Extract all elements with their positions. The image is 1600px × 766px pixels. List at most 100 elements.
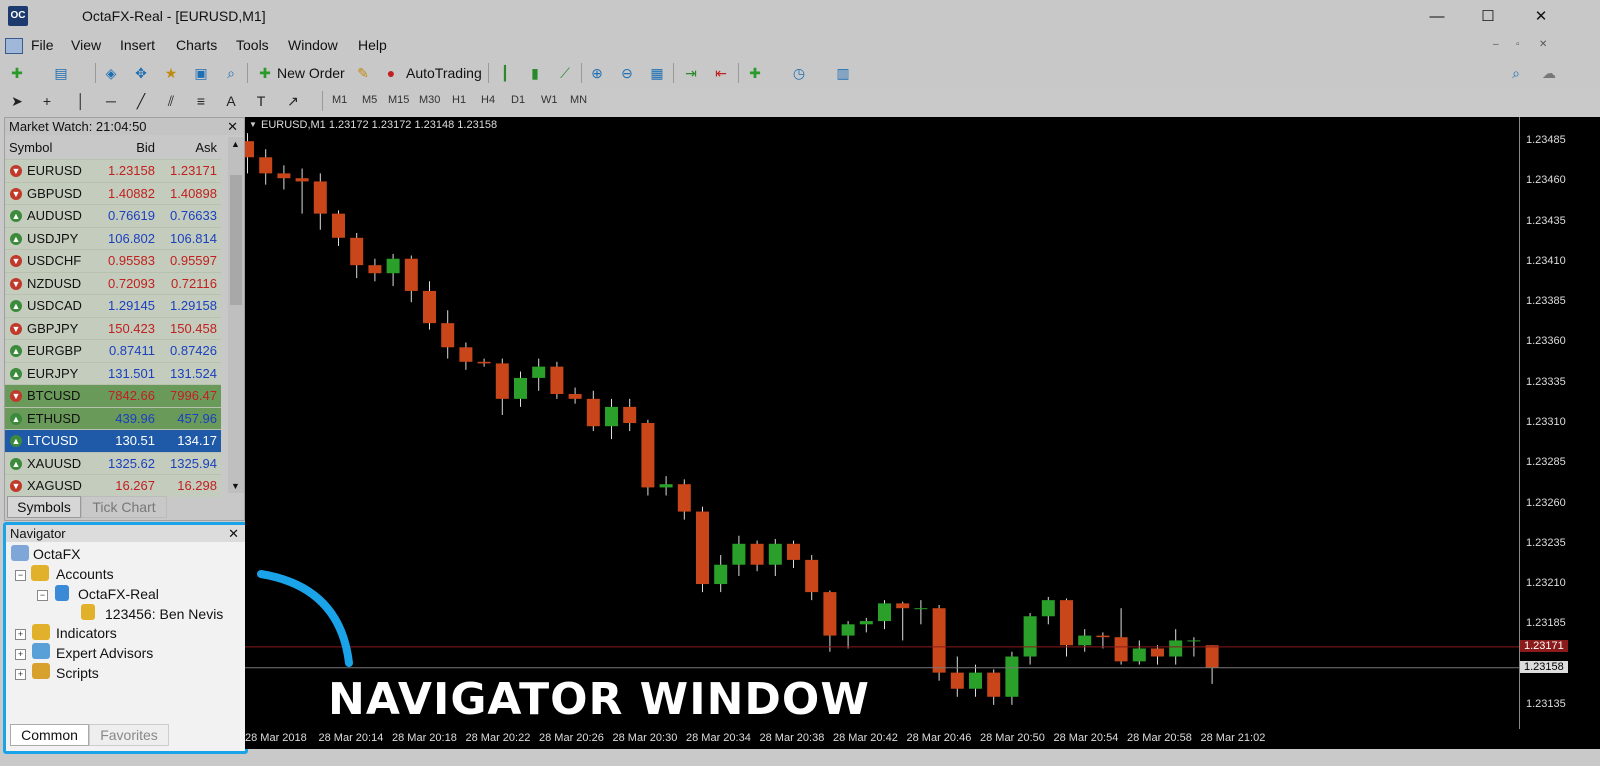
ask-column-header[interactable]: Ask: [195, 140, 217, 155]
expand-icon[interactable]: +: [15, 669, 26, 680]
timeframe-m5[interactable]: M5: [362, 94, 377, 106]
bar-chart-icon[interactable]: ┃: [494, 62, 516, 84]
menu-view[interactable]: View: [71, 37, 101, 53]
market-watch-row[interactable]: ▲ AUDUSD 0.76619 0.76633: [5, 204, 221, 227]
market-watch-row[interactable]: ▲ ETHUSD 439.96 457.96: [5, 406, 221, 430]
equidistant-channel-icon[interactable]: ⫽: [160, 90, 182, 112]
autoscroll-icon[interactable]: ⇥: [680, 62, 702, 84]
symbol-column-header[interactable]: Symbol: [9, 140, 52, 155]
market-watch-scrollbar[interactable]: ▲ ▼: [228, 137, 244, 493]
menu-insert[interactable]: Insert: [120, 37, 155, 53]
market-watch-row[interactable]: ▼ NZDUSD 0.72093 0.72116: [5, 271, 221, 295]
market-watch-row[interactable]: ▲ USDJPY 106.802 106.814: [5, 226, 221, 250]
price-axis[interactable]: 1.23485 1.23460 1.23435 1.23410 1.23385 1.233…: [1519, 117, 1600, 729]
market-watch-row[interactable]: ▼ USDCHF 0.95583 0.95597: [5, 249, 221, 272]
timeframe-m30[interactable]: M30: [419, 94, 440, 106]
zoom-out-icon[interactable]: ⊖: [616, 62, 638, 84]
menu-help[interactable]: Help: [358, 37, 387, 53]
timeframe-m1[interactable]: M1: [332, 94, 347, 106]
horizontal-line-icon[interactable]: ─: [100, 90, 122, 112]
minimize-button[interactable]: —: [1414, 4, 1460, 30]
navigator-icon[interactable]: ★: [160, 62, 182, 84]
tree-indicators[interactable]: Indicators: [56, 625, 117, 641]
collapse-icon[interactable]: −: [37, 590, 48, 601]
market-watch-row[interactable]: ▲ EURGBP 0.87411 0.87426: [5, 339, 221, 362]
tree-account-server[interactable]: OctaFX-Real: [78, 586, 159, 602]
expand-icon[interactable]: +: [15, 629, 26, 640]
mdi-restore-icon[interactable]: ▫: [1516, 39, 1520, 50]
zoom-in-icon[interactable]: ⊕: [586, 62, 608, 84]
cursor-icon[interactable]: ➤: [6, 90, 28, 112]
profiles-icon[interactable]: ▤: [50, 62, 72, 84]
search-icon[interactable]: ⌕: [1505, 62, 1527, 84]
vertical-line-icon[interactable]: │: [70, 90, 92, 112]
maximize-button[interactable]: ☐: [1465, 4, 1511, 30]
market-watch-row[interactable]: ▼ BTCUSD 7842.66 7996.47: [5, 384, 221, 407]
market-watch-icon[interactable]: ◈: [100, 62, 122, 84]
market-watch-row[interactable]: ▲ LTCUSD 130.51 134.17: [5, 429, 221, 452]
mdi-close-icon[interactable]: ✕: [1539, 39, 1547, 50]
market-watch-row[interactable]: ▼ XAGUSD 16.267 16.298: [5, 474, 221, 497]
arrows-icon[interactable]: ↗: [282, 90, 304, 112]
timeframe-d1[interactable]: D1: [511, 94, 525, 106]
periods-icon[interactable]: ◷: [788, 62, 810, 84]
tile-windows-icon[interactable]: ▦: [646, 62, 668, 84]
scrollbar-thumb[interactable]: [230, 175, 242, 305]
chart-shift-icon[interactable]: ⇤: [710, 62, 732, 84]
new-chart-icon[interactable]: ✚: [6, 62, 28, 84]
data-window-icon[interactable]: ✥: [130, 62, 152, 84]
templates-icon[interactable]: ▥: [832, 62, 854, 84]
text-label-icon[interactable]: T: [250, 90, 272, 112]
timeframe-m15[interactable]: M15: [388, 94, 409, 106]
indicators-icon[interactable]: ✚: [744, 62, 766, 84]
tree-root-octafx[interactable]: OctaFX: [33, 546, 80, 562]
menu-charts[interactable]: Charts: [176, 37, 217, 53]
tab-common[interactable]: Common: [10, 724, 89, 746]
crosshair-icon[interactable]: +: [36, 90, 58, 112]
tab-tick-chart[interactable]: Tick Chart: [81, 496, 167, 518]
menu-window[interactable]: Window: [288, 37, 338, 53]
market-watch-row[interactable]: ▼ EURUSD 1.23158 1.23171: [5, 159, 221, 182]
timeframe-h1[interactable]: H1: [452, 94, 466, 106]
fibonacci-icon[interactable]: ≡: [190, 90, 212, 112]
line-chart-icon[interactable]: ⟋: [554, 62, 576, 84]
tree-accounts[interactable]: Accounts: [56, 566, 114, 582]
menu-tools[interactable]: Tools: [236, 37, 269, 53]
close-button[interactable]: ✕: [1518, 4, 1564, 30]
tab-favorites[interactable]: Favorites: [89, 724, 169, 746]
timeframe-mn[interactable]: MN: [570, 94, 587, 106]
scroll-up-icon[interactable]: ▲: [231, 139, 240, 149]
market-watch-close-icon[interactable]: ✕: [227, 118, 238, 135]
metaeditor-icon[interactable]: ✎: [352, 62, 374, 84]
market-watch-row[interactable]: ▲ XAUUSD 1325.62 1325.94: [5, 451, 221, 475]
time-axis[interactable]: 28 Mar 2018 28 Mar 20:14 28 Mar 20:18 28 Ma…: [245, 729, 1600, 749]
new-order-button[interactable]: New Order: [277, 65, 345, 81]
autotrading-icon[interactable]: ●: [380, 62, 402, 84]
expand-icon[interactable]: +: [15, 649, 26, 660]
market-watch-row[interactable]: ▼ GBPJPY 150.423 150.458: [5, 316, 221, 340]
tab-symbols[interactable]: Symbols: [7, 496, 81, 518]
tree-account-user[interactable]: 123456: Ben Nevis: [105, 606, 223, 622]
mdi-minimize-icon[interactable]: –: [1493, 39, 1499, 50]
text-icon[interactable]: A: [220, 90, 242, 112]
candlestick-icon[interactable]: ▮: [524, 62, 546, 84]
scroll-down-icon[interactable]: ▼: [231, 481, 240, 491]
timeframe-w1[interactable]: W1: [541, 94, 558, 106]
navigator-close-icon[interactable]: ✕: [228, 525, 239, 542]
terminal-icon[interactable]: ▣: [190, 62, 212, 84]
market-watch-row[interactable]: ▲ USDCAD 1.29145 1.29158: [5, 294, 221, 317]
tree-scripts[interactable]: Scripts: [56, 665, 99, 681]
price-chart[interactable]: ▼ EURUSD,M1 1.23172 1.23172 1.23148 1.23…: [245, 117, 1519, 729]
menu-file[interactable]: File: [31, 37, 54, 53]
market-watch-row[interactable]: ▼ GBPUSD 1.40882 1.40898: [5, 181, 221, 205]
collapse-icon[interactable]: −: [15, 570, 26, 581]
tree-expert-advisors[interactable]: Expert Advisors: [56, 645, 153, 661]
trendline-icon[interactable]: ╱: [130, 90, 152, 112]
chart-window-icon[interactable]: [5, 38, 23, 54]
bid-column-header[interactable]: Bid: [136, 140, 155, 155]
market-watch-row[interactable]: ▲ EURJPY 131.501 131.524: [5, 361, 221, 385]
autotrading-button[interactable]: AutoTrading: [406, 65, 482, 81]
new-order-icon[interactable]: ✚: [254, 62, 276, 84]
chat-icon[interactable]: ☁: [1538, 62, 1560, 84]
strategy-tester-icon[interactable]: ⌕: [220, 62, 242, 84]
